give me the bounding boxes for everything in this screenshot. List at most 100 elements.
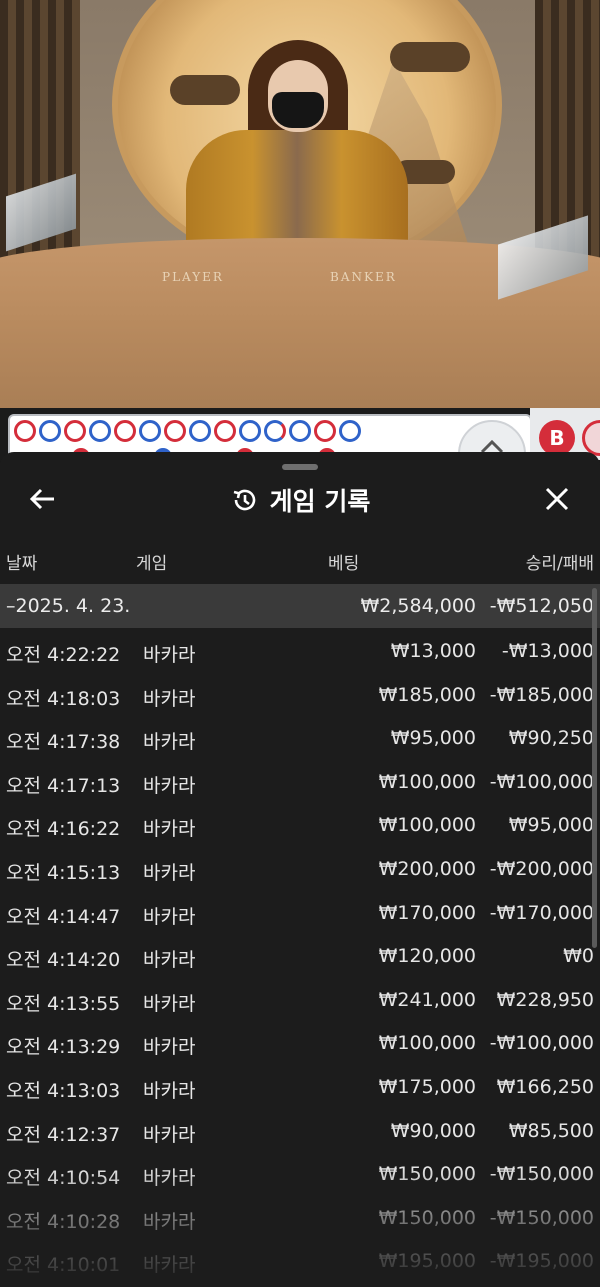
bead-blue [39,420,61,442]
row-time: 오전 4:22:22 [6,644,121,666]
summary-bet: ₩2,584,000 [360,595,476,617]
table-row[interactable]: 오전 4:17:38 바카라 ₩95,000 ₩90,250 [0,715,600,759]
bead-red [164,420,186,442]
row-time: 오전 4:17:13 [6,774,121,797]
row-winloss: -₩150,000 [489,1206,594,1229]
row-winloss: -₩170,000 [489,901,594,924]
row-winloss: ₩90,250 [508,727,594,750]
row-game: 바카라 [143,1036,196,1059]
bead-blue [189,420,211,442]
bead-blue [239,420,261,442]
row-time: 오전 4:18:03 [6,687,121,710]
column-header-game[interactable]: 게임 [136,549,167,574]
table-label-banker: BANKER [330,270,397,284]
page-title: 게임 기록 [269,487,371,516]
history-clock-icon [233,489,255,511]
bead-mix [264,420,286,442]
row-winloss: -₩150,000 [489,1163,594,1186]
row-time: 오전 4:10:28 [6,1210,121,1233]
row-time: 오전 4:10:54 [6,1167,121,1190]
table-row[interactable]: 오전 4:18:03 바카라 ₩185,000 -₩185,000 [0,672,600,716]
table-row[interactable]: 오전 4:12:37 바카라 ₩90,000 ₩85,500 [0,1108,600,1152]
row-winloss: ₩95,000 [508,814,594,837]
row-winloss: -₩200,000 [489,858,594,880]
bead-blue [339,420,361,442]
row-game: 바카라 [143,1167,196,1190]
banker-badge[interactable]: B [539,420,575,456]
dealer-mask [272,92,324,128]
row-time: 오전 4:12:37 [6,1123,121,1146]
table-row[interactable]: 오전 4:10:01 바카라 ₩195,000 -₩195,000 [0,1238,600,1282]
table-label-player: PLAYER [162,270,224,284]
column-header-winloss[interactable]: 승리/패배 [526,549,594,574]
row-time: 오전 4:13:03 [6,1080,121,1102]
close-button[interactable] [542,484,572,514]
panel-header: 게임 기록 [0,482,600,516]
row-winloss: -₩13,000 [501,640,594,662]
table-row[interactable]: 오전 4:17:13 바카라 ₩100,000 -₩100,000 [0,759,600,803]
row-game: 바카라 [143,687,196,710]
bead-red [64,420,86,442]
bead-blue [289,420,311,442]
row-time: 오전 4:17:38 [6,731,121,754]
bead-red [114,420,136,442]
row-time: 오전 4:13:55 [6,992,121,1015]
table-row[interactable]: 오전 4:10:28 바카라 ₩150,000 -₩150,000 [0,1195,600,1239]
summary-date: –2025. 4. 23. [6,595,131,617]
row-bet: ₩150,000 [378,1206,476,1229]
table-row[interactable]: 오전 4:22:22 바카라 ₩13,000 -₩13,000 [0,628,600,672]
row-winloss: -₩185,000 [489,683,594,706]
row-game: 바카라 [143,1210,196,1233]
row-winloss: ₩0 [563,945,594,968]
row-time: 오전 4:14:47 [6,905,121,928]
row-game: 바카라 [143,949,196,972]
row-bet: ₩185,000 [378,683,476,706]
cloud-decoration [390,42,470,72]
bead-red [14,420,36,442]
row-bet: ₩100,000 [378,770,476,793]
row-bet: ₩175,000 [378,1076,476,1098]
row-bet: ₩100,000 [378,1032,476,1055]
scrollbar[interactable] [592,588,597,948]
row-time: 오전 4:16:22 [6,818,121,841]
table-row[interactable]: 오전 4:10:54 바카라 ₩150,000 -₩150,000 [0,1151,600,1195]
row-game: 바카라 [143,992,196,1015]
row-game: 바카라 [143,774,196,797]
table-row[interactable]: 오전 4:14:47 바카라 ₩170,000 -₩170,000 [0,890,600,934]
table-row[interactable]: 오전 4:13:29 바카라 ₩100,000 -₩100,000 [0,1020,600,1064]
row-game: 바카라 [143,1123,196,1146]
column-header-date[interactable]: 날짜 [6,549,37,574]
drag-handle[interactable] [282,464,318,470]
live-video: PLAYER BANKER [0,0,600,408]
row-bet: ₩100,000 [378,814,476,837]
row-time: 오전 4:13:29 [6,1036,121,1059]
row-bet: ₩90,000 [390,1119,476,1142]
row-time: 오전 4:15:13 [6,862,121,884]
row-winloss: ₩85,500 [508,1119,594,1142]
bead-blue [139,420,161,442]
table-row[interactable]: 오전 4:13:03 바카라 ₩175,000 ₩166,250 [0,1064,600,1108]
row-bet: ₩241,000 [378,988,476,1011]
history-list[interactable]: 오전 4:22:22 바카라 ₩13,000 -₩13,000 오전 4:18:03 바카… [0,628,600,1287]
table-row[interactable]: 오전 4:14:20 바카라 ₩120,000 ₩0 [0,933,600,977]
row-bet: ₩120,000 [378,945,476,968]
row-time: 오전 4:14:20 [6,949,121,972]
row-bet: ₩200,000 [378,858,476,880]
row-bet: ₩170,000 [378,901,476,924]
bead-blue [89,420,111,442]
row-bet: ₩195,000 [378,1250,476,1273]
row-winloss: ₩228,950 [496,988,594,1011]
table-row[interactable]: 오전 4:15:13 바카라 ₩200,000 -₩200,000 [0,846,600,890]
row-winloss: -₩100,000 [489,1032,594,1055]
close-icon [545,487,569,511]
bead-red [214,420,236,442]
table-row[interactable]: 오전 4:16:22 바카라 ₩100,000 ₩95,000 [0,802,600,846]
bead-road-row [14,420,361,442]
date-summary-row[interactable]: –2025. 4. 23. ₩2,584,000 -₩512,050 [0,584,600,628]
row-game: 바카라 [143,818,196,841]
cloud-decoration [170,75,240,105]
row-winloss: -₩100,000 [489,770,594,793]
column-header-bet[interactable]: 베팅 [328,549,359,574]
row-time: 오전 4:10:01 [6,1254,121,1277]
table-row[interactable]: 오전 4:13:55 바카라 ₩241,000 ₩228,950 [0,977,600,1021]
